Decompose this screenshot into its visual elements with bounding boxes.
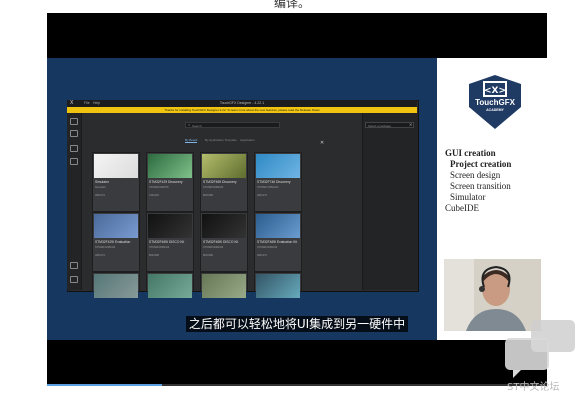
designer-title: TouchGFX Designer - 4.22.1 bbox=[219, 101, 265, 105]
board-title: Simulator bbox=[95, 180, 109, 184]
board-image bbox=[256, 274, 300, 298]
board-card[interactable]: STM32F469I Evaluation Kit STM32F469NIH6 48… bbox=[254, 212, 302, 272]
touchgfx-logo-icon: X bbox=[70, 100, 74, 106]
academy-menu-item: Project creation bbox=[450, 159, 512, 169]
academy-menu-item: Screen transition bbox=[450, 181, 511, 191]
board-image bbox=[148, 154, 192, 178]
board-image bbox=[256, 154, 300, 178]
video-letterbox-top bbox=[47, 13, 547, 58]
board-detail: 480x272 bbox=[95, 194, 105, 197]
board-image bbox=[256, 214, 300, 238]
image-icon[interactable] bbox=[70, 145, 78, 152]
board-detail: 480x272 bbox=[257, 254, 267, 257]
board-card[interactable]: STM32F469I DISCO Kit STM32F469NIH6 800x480 bbox=[146, 212, 194, 272]
chat-bubbles-icon bbox=[505, 320, 575, 378]
board-detail: 240x320 bbox=[149, 194, 159, 197]
close-icon[interactable]: ✕ bbox=[409, 122, 412, 128]
board-card[interactable]: Simulator Simulator 480x272 bbox=[92, 152, 140, 212]
tab-by-board[interactable]: By Board bbox=[185, 138, 198, 143]
home-icon[interactable] bbox=[70, 118, 78, 125]
board-title: STM32F469I Evaluation Kit bbox=[257, 240, 298, 244]
board-detail: STM32F429NIH6 bbox=[95, 246, 116, 249]
board-title: STM32F469 Discovery bbox=[203, 180, 237, 184]
video-progress-fill bbox=[47, 384, 162, 386]
subtitle-text: 之后都可以轻松地将UI集成到另一硬件中 bbox=[185, 316, 409, 332]
video-subtitle: 之后都可以轻松地将UI集成到另一硬件中 bbox=[47, 315, 547, 332]
board-card[interactable]: STM32F429 Discovery STM32F429ZIT6 240x320 bbox=[146, 152, 194, 212]
board-card[interactable] bbox=[146, 272, 194, 298]
board-detail: 800x480 bbox=[149, 254, 159, 257]
board-card[interactable] bbox=[254, 272, 302, 298]
board-detail: STM32F469NIH6 bbox=[257, 246, 278, 249]
board-title: STM32F429I Evaluation bbox=[95, 240, 131, 244]
board-detail: 800x480 bbox=[203, 254, 213, 257]
package-search-input[interactable]: Select a package bbox=[365, 122, 414, 128]
video-letterbox-bottom bbox=[47, 340, 547, 385]
board-image bbox=[148, 214, 192, 238]
board-title: STM32F469I DISCO Kit bbox=[203, 240, 239, 244]
text-icon[interactable] bbox=[70, 158, 78, 165]
search-icon: ⌕ bbox=[188, 122, 191, 127]
board-detail: STM32F469NIH6 bbox=[149, 246, 170, 249]
board-card[interactable] bbox=[92, 272, 140, 298]
board-image bbox=[202, 154, 246, 178]
board-title: STM32F469I DISCO Kit bbox=[149, 240, 185, 244]
academy-menu-item: CubeIDE bbox=[445, 203, 479, 213]
board-detail: STM32F469NIH6 bbox=[203, 246, 224, 249]
canvas-icon[interactable] bbox=[70, 130, 78, 137]
board-image bbox=[94, 274, 138, 298]
board-search-input[interactable]: Search bbox=[185, 122, 280, 128]
board-card[interactable]: STM32F469I DISCO Kit STM32F469NIH6 800x480 bbox=[200, 212, 248, 272]
board-detail: 800x480 bbox=[203, 194, 213, 197]
tab-application[interactable]: Application bbox=[240, 138, 255, 142]
board-image bbox=[202, 274, 246, 298]
config-icon[interactable] bbox=[70, 262, 78, 269]
board-title: STM32F429 Discovery bbox=[149, 180, 183, 184]
tab-by-template[interactable]: By Application Template bbox=[205, 138, 237, 142]
board-title: STM32F746 Discovery bbox=[257, 180, 291, 184]
board-detail: Simulator bbox=[95, 186, 106, 189]
menu-file[interactable]: File bbox=[84, 100, 90, 107]
board-detail: STM32F429ZIT6 bbox=[149, 186, 169, 189]
properties-panel bbox=[362, 113, 418, 290]
board-image bbox=[94, 154, 138, 178]
academy-logo-subtitle: ACADEMY bbox=[486, 108, 504, 112]
board-card[interactable]: STM32F469 Discovery STM32F469NIH6 800x480 bbox=[200, 152, 248, 212]
board-detail: 480x272 bbox=[257, 194, 267, 197]
academy-menu-item: Screen design bbox=[450, 170, 501, 180]
board-card[interactable]: STM32F746 Discovery STM32F746NGH6 480x272 bbox=[254, 152, 302, 212]
svg-text:<X>: <X> bbox=[484, 86, 506, 96]
academy-menu-item: Simulator bbox=[450, 192, 486, 202]
board-card[interactable] bbox=[200, 272, 248, 298]
forum-watermark: ST中文论坛 bbox=[507, 382, 560, 393]
board-image bbox=[202, 214, 246, 238]
board-detail: STM32F469NIH6 bbox=[203, 186, 224, 189]
academy-logo-title: TouchGFX bbox=[475, 98, 515, 107]
info-icon[interactable] bbox=[70, 276, 78, 283]
close-tab-icon[interactable]: ✕ bbox=[320, 140, 324, 146]
top-caption: 编译。 bbox=[273, 0, 310, 10]
board-image bbox=[148, 274, 192, 298]
board-detail: STM32F746NGH6 bbox=[257, 186, 279, 189]
board-card[interactable]: STM32F429I Evaluation STM32F429NIH6 480x27… bbox=[92, 212, 140, 272]
academy-menu-item: GUI creation bbox=[445, 148, 496, 158]
board-image bbox=[94, 214, 138, 238]
menu-help[interactable]: Help bbox=[93, 100, 100, 107]
board-detail: 480x272 bbox=[95, 254, 105, 257]
